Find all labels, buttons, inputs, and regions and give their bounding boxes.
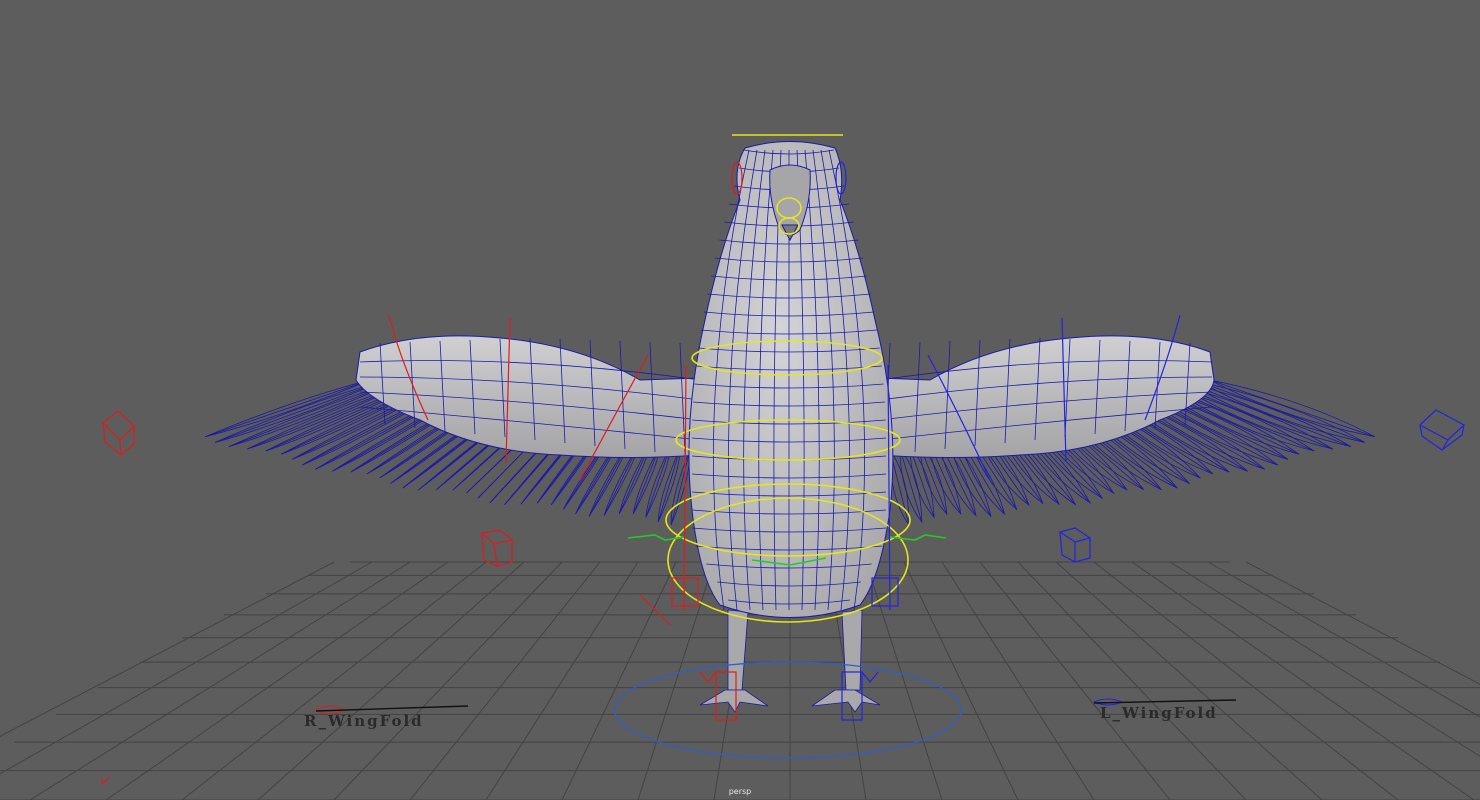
grid-line (1017, 561, 1247, 800)
grid-line (1055, 561, 1323, 800)
right-wing-fold-label: R_WingFold (304, 712, 424, 730)
grid-line (1169, 561, 1480, 757)
left-wing-box-icon[interactable] (1418, 409, 1466, 451)
grid-line (333, 561, 563, 800)
grid-line (941, 561, 1095, 800)
right-fk-box-icon[interactable] (480, 529, 514, 567)
left-wing-fold-control[interactable]: L_WingFold (1092, 698, 1237, 722)
right-wing-box-icon[interactable] (102, 410, 135, 456)
right-wing-fold-control[interactable]: R_WingFold (304, 705, 469, 730)
grid-line (257, 561, 525, 800)
left-wing-fold-label: L_WingFold (1100, 704, 1218, 722)
grid-line (561, 561, 677, 800)
grid-line (409, 561, 601, 800)
grid-line (105, 561, 449, 800)
grid-line (0, 561, 335, 737)
grid-line (485, 561, 639, 800)
grid-line (1207, 561, 1480, 718)
left-wing-arm-mesh[interactable] (879, 335, 1215, 458)
grid-line (1245, 561, 1480, 685)
grid-line (1131, 561, 1475, 800)
grid-line (979, 561, 1171, 800)
grid-line (903, 561, 1019, 800)
maya-perspective-viewport[interactable]: R_WingFold L_WingFold persp (0, 0, 1480, 800)
grid-line (865, 561, 943, 800)
grid-line (181, 561, 487, 800)
scene-canvas[interactable]: R_WingFold L_WingFold (0, 0, 1480, 800)
feather-shaft (670, 449, 691, 525)
axis-gizmo-icon (101, 776, 111, 785)
grid-line (29, 561, 411, 800)
grid-line (1093, 561, 1399, 800)
left-fk-box-icon[interactable] (1058, 527, 1092, 563)
camera-name-label: persp (728, 787, 752, 796)
grid-line (0, 561, 373, 775)
